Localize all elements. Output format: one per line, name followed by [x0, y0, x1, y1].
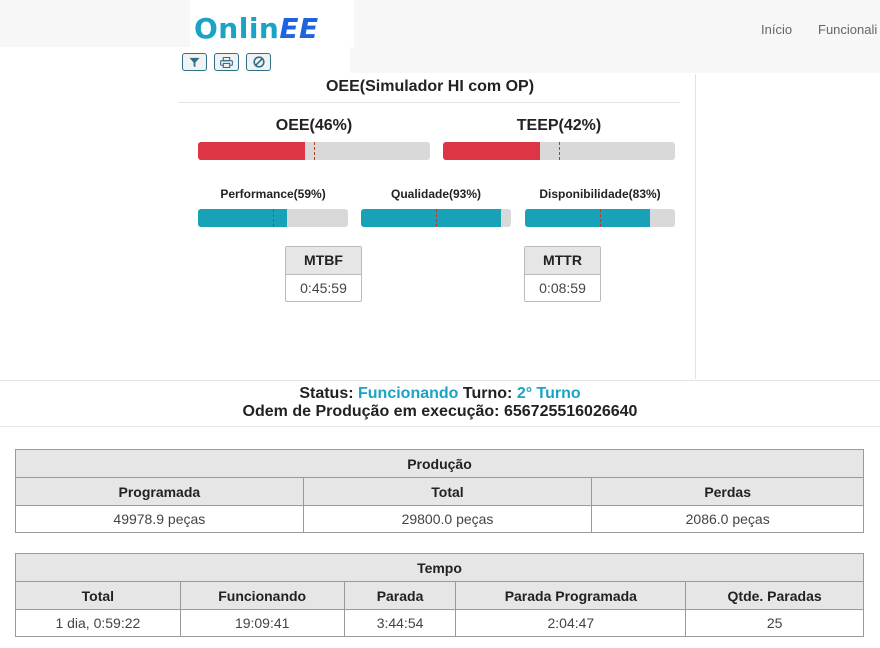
- print-button[interactable]: [214, 53, 239, 71]
- table-row: 1 dia, 0:59:22 19:09:41 3:44:54 2:04:47 …: [15, 609, 864, 637]
- ordem-value: 656725516026640: [503, 403, 638, 420]
- nav-link-inicio[interactable]: Início: [761, 22, 792, 37]
- tempo-header-funcionando: Funcionando: [179, 581, 345, 610]
- performance-bar-target-marker: [273, 209, 274, 227]
- header-strip: [350, 47, 622, 73]
- producao-caption-row: Produção: [15, 449, 864, 478]
- turno-label: Turno:: [462, 385, 513, 402]
- print-icon: [220, 56, 233, 68]
- disponibilidade-label: Disponibilidade(83%): [539, 187, 661, 201]
- status-divider-top: [0, 380, 880, 381]
- tempo-header-total: Total: [15, 581, 181, 610]
- teep-bar: [443, 142, 675, 160]
- panel-title: OEE(Simulador HI com OP): [325, 78, 535, 95]
- qualidade-bar-fill: [361, 209, 501, 227]
- tempo-title: Tempo: [15, 553, 864, 582]
- mtbf-box: MTBF 0:45:59: [285, 246, 362, 302]
- oee-label: OEE(46%): [275, 117, 353, 134]
- producao-header-perdas: Perdas: [591, 477, 864, 506]
- ordem-line: Odem de Produção em execução: 6567255160…: [0, 403, 880, 421]
- producao-table: Produção Programada Total Perdas 49978.9…: [15, 449, 864, 533]
- table-row: 49978.9 peças 29800.0 peças 2086.0 peças: [15, 505, 864, 533]
- performance-label: Performance(59%): [220, 187, 326, 201]
- tempo-header-qtde-paradas: Qtde. Paradas: [685, 581, 864, 610]
- producao-total-value: 29800.0 peças: [302, 505, 593, 533]
- panel-divider: [178, 102, 680, 103]
- producao-header-row: Programada Total Perdas: [15, 477, 864, 506]
- tempo-table: Tempo Total Funcionando Parada Parada Pr…: [15, 553, 864, 637]
- status-divider-bottom: [0, 426, 880, 427]
- oee-bar-target-marker: [314, 142, 315, 160]
- tempo-funcionando-value: 19:09:41: [179, 609, 345, 637]
- teep-label: TEEP(42%): [516, 117, 602, 134]
- mttr-box: MTTR 0:08:59: [524, 246, 601, 302]
- teep-bar-fill: [443, 142, 541, 160]
- disponibilidade-bar-target-marker: [600, 209, 601, 227]
- mtbf-label: MTBF: [286, 247, 361, 275]
- performance-bar: [198, 209, 348, 227]
- filter-icon: [189, 57, 200, 67]
- tempo-total-value: 1 dia, 0:59:22: [15, 609, 181, 637]
- logo-text-part2: EE: [279, 12, 319, 45]
- oee-bar: [198, 142, 430, 160]
- tempo-header-parada-programada: Parada Programada: [455, 581, 687, 610]
- logo-text-part1: Onlin: [194, 12, 280, 45]
- ban-icon: [252, 56, 265, 68]
- oee-panel: OEE(Simulador HI com OP) OEE(46%) TEEP(4…: [178, 74, 696, 379]
- turno-value: 2° Turno: [516, 385, 581, 402]
- tempo-parada-value: 3:44:54: [343, 609, 457, 637]
- producao-programada-value: 49978.9 peças: [15, 505, 304, 533]
- status-line: Status: Funcionando Turno: 2° Turno: [0, 385, 880, 403]
- producao-header-total: Total: [302, 477, 593, 506]
- status-label: Status:: [299, 385, 354, 402]
- producao-perdas-value: 2086.0 peças: [591, 505, 864, 533]
- qualidade-bar-target-marker: [436, 209, 437, 227]
- status-value: Funcionando: [358, 385, 459, 402]
- onlinee-logo[interactable]: OnlinEE: [194, 11, 319, 47]
- mttr-value: 0:08:59: [539, 280, 586, 296]
- mttr-label: MTTR: [525, 247, 600, 275]
- producao-title: Produção: [15, 449, 864, 478]
- tempo-caption-row: Tempo: [15, 553, 864, 582]
- filter-button[interactable]: [182, 53, 207, 71]
- tempo-header-parada: Parada: [343, 581, 457, 610]
- nav-link-funcionalidades[interactable]: Funcionali: [818, 22, 877, 37]
- header-strip-right: [622, 47, 880, 73]
- oee-bar-fill: [198, 142, 305, 160]
- disponibilidade-bar: [525, 209, 675, 227]
- ban-button[interactable]: [246, 53, 271, 71]
- top-navbar: [0, 0, 880, 47]
- tempo-parada-programada-value: 2:04:47: [455, 609, 687, 637]
- producao-header-programada: Programada: [15, 477, 304, 506]
- tempo-header-row: Total Funcionando Parada Parada Programa…: [15, 581, 864, 610]
- qualidade-bar: [361, 209, 511, 227]
- teep-bar-target-marker: [559, 142, 560, 160]
- qualidade-label: Qualidade(93%): [390, 187, 482, 201]
- tempo-qtde-paradas-value: 25: [685, 609, 864, 637]
- mtbf-value: 0:45:59: [300, 280, 347, 296]
- ordem-label: Odem de Produção em execução:: [242, 403, 500, 420]
- disponibilidade-bar-fill: [525, 209, 650, 227]
